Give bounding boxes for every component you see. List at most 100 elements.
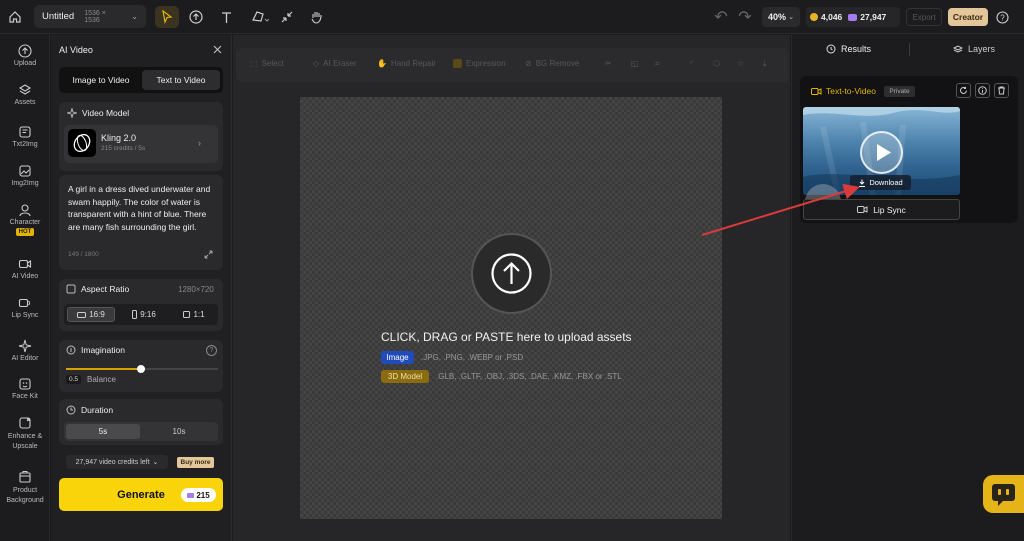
toolbar-bg-remove[interactable]: ⊘ BG Remove <box>525 59 579 68</box>
nav-ai-editor[interactable]: AI Editor <box>0 339 50 362</box>
hand-tool[interactable] <box>308 6 324 28</box>
trash-icon[interactable] <box>994 83 1009 98</box>
portrait-icon <box>132 310 138 319</box>
tab-image-to-video[interactable]: Image to Video <box>62 70 140 90</box>
enhance-icon <box>19 417 31 429</box>
scissors-icon[interactable]: ✂ <box>605 59 612 68</box>
nav-label: Txt2Img <box>12 141 38 148</box>
nav-label: Img2Img <box>11 180 39 187</box>
aspect-1-1-button[interactable]: 1:1 <box>170 307 218 322</box>
select-tool[interactable] <box>155 6 179 28</box>
text-tool[interactable] <box>218 6 234 28</box>
shrink-tool[interactable] <box>279 6 295 28</box>
imagination-value: 0.5 <box>66 375 82 384</box>
nav-assets[interactable]: Assets <box>0 83 50 106</box>
toolbar-ai-eraser[interactable]: ◇ AI Eraser <box>313 59 357 68</box>
chat-support-button[interactable] <box>983 475 1024 513</box>
export-button[interactable]: Export <box>906 8 942 26</box>
left-nav <box>0 35 50 541</box>
tab-text-to-video[interactable]: Text to Video <box>142 70 220 90</box>
close-icon[interactable] <box>211 43 223 55</box>
nav-label: Character <box>9 219 41 226</box>
aspect-9-16-button[interactable]: 9:16 <box>120 307 168 322</box>
help-icon[interactable]: ? <box>994 8 1010 26</box>
aspect-resolution: 1280×720 <box>178 285 214 294</box>
toolbar-expression[interactable]: Expression <box>453 59 506 68</box>
upload-circle-icon[interactable] <box>471 233 552 314</box>
zoom-value: 40% <box>768 12 787 22</box>
video-credit-icon <box>848 13 858 21</box>
curve-icon[interactable]: ◜ <box>690 59 693 68</box>
refresh-icon[interactable] <box>956 83 971 98</box>
nav-label: Face Kit <box>12 393 38 400</box>
nav-enhance[interactable]: Enhance & Upscale <box>0 416 50 452</box>
nav-upload[interactable]: Upload <box>0 44 50 67</box>
imagination-slider-handle[interactable] <box>137 365 145 373</box>
nav-ai-video[interactable]: AI Video <box>0 257 50 280</box>
star-icon[interactable]: ☆ <box>737 59 744 68</box>
prompt-textarea[interactable]: A girl in a dress dived underwater and s… <box>68 183 218 233</box>
result-title: Text-to-Video <box>811 86 876 96</box>
tab-layers[interactable]: Layers <box>953 44 995 54</box>
chat-icon <box>992 484 1015 506</box>
aspect-icon <box>66 284 76 294</box>
undo-icon[interactable]: ↶ <box>714 8 728 26</box>
home-icon[interactable] <box>6 6 24 28</box>
clock-icon <box>66 405 76 415</box>
duration-heading: Duration <box>66 405 113 415</box>
download-icon[interactable]: ⤓ <box>763 59 767 69</box>
video-credits-select[interactable]: 27,947 video credits left ⌄ <box>66 455 168 469</box>
aspect-label: 1:1 <box>193 310 205 319</box>
nav-label: Upload <box>13 60 37 67</box>
private-badge: Private <box>884 86 915 97</box>
play-icon[interactable] <box>860 131 903 174</box>
download-button[interactable]: Download <box>850 175 911 190</box>
imagination-level-label: Balance <box>87 375 116 384</box>
shrink-icon <box>281 11 293 23</box>
video-model-heading: Video Model <box>67 108 129 118</box>
aspect-ratio-heading: Aspect Ratio <box>66 284 129 294</box>
document-title[interactable]: Untitled 1536 × 1536 ⌄ <box>34 5 146 28</box>
nav-character[interactable]: Character HOT <box>0 203 50 236</box>
history-icon <box>826 44 836 54</box>
buy-more-button[interactable]: Buy more <box>177 457 214 468</box>
crop-icon[interactable]: ⌗ <box>655 59 660 69</box>
duration-5s-button[interactable]: 5s <box>66 424 140 439</box>
model-credits: 215 credits / 5s <box>101 145 146 152</box>
face-icon <box>19 378 31 390</box>
cube-icon[interactable]: ⬡ <box>713 59 720 68</box>
toolbar-label: AI Eraser <box>323 59 357 68</box>
nav-face-kit[interactable]: Face Kit <box>0 377 50 400</box>
lip-sync-button[interactable]: Lip Sync <box>803 199 960 220</box>
eraser-icon: ◇ <box>313 59 320 68</box>
zoom-select[interactable]: 40% ⌄ <box>762 7 800 27</box>
model-icon <box>67 108 77 118</box>
redo-icon[interactable]: ↷ <box>738 8 752 26</box>
nav-product-background[interactable]: Product Background <box>0 470 50 506</box>
layers-icon <box>953 45 963 53</box>
aspect-16-9-button[interactable]: 16:9 <box>67 307 115 322</box>
toolbar-label: Hand Repair <box>390 59 436 68</box>
shape-tool[interactable] <box>249 6 271 28</box>
toolbar-hand-repair[interactable]: ✋ Hand Repair <box>377 59 436 68</box>
nav-lip-sync[interactable]: Lip Sync <box>0 296 50 319</box>
upload-circle-icon <box>189 10 203 24</box>
help-icon[interactable]: ? <box>206 345 217 356</box>
nav-img2img[interactable]: Img2Img <box>0 164 50 187</box>
aspect-label: 16:9 <box>89 310 105 319</box>
expand-icon[interactable] <box>203 249 213 259</box>
creator-button[interactable]: Creator <box>948 8 988 26</box>
toolbar-select[interactable]: ⬚ Select <box>250 59 284 68</box>
upload-tool[interactable] <box>188 6 204 28</box>
credits-display[interactable]: 4,046 27,947 <box>806 7 900 27</box>
hot-badge: HOT <box>15 228 35 236</box>
tab-results[interactable]: Results <box>826 44 871 54</box>
nav-label: Lip Sync <box>11 312 39 319</box>
nav-txt2img[interactable]: Txt2Img <box>0 125 50 148</box>
transform-icon[interactable]: ◱ <box>631 59 639 68</box>
layers-label: Layers <box>968 44 996 54</box>
duration-10s-button[interactable]: 10s <box>142 424 216 439</box>
duration-label: Duration <box>81 405 114 415</box>
info-icon[interactable] <box>975 83 990 98</box>
coin-icon <box>810 13 818 21</box>
